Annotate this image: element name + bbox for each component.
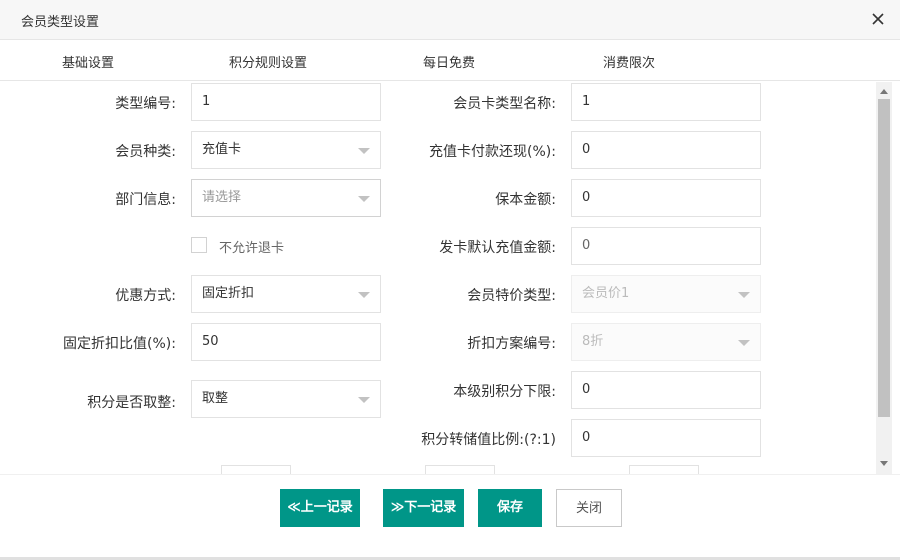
points-conversion-label: 积分转储值比例:(?:1): [421, 432, 556, 448]
default-recharge-input[interactable]: 0: [571, 227, 761, 265]
default-recharge-label: 发卡默认充值金额:: [439, 240, 556, 256]
partial-input-2[interactable]: [425, 465, 495, 474]
points-rounding-select[interactable]: 取整: [191, 380, 381, 418]
points-rounding-value: 取整: [202, 391, 229, 406]
card-type-name-label: 会员卡类型名称:: [453, 96, 556, 112]
special-price-type-select: 会员价1: [571, 275, 761, 313]
partial-input-3[interactable]: [629, 465, 699, 474]
points-lower-limit-value: 0: [582, 382, 591, 397]
dialog-titlebar: 会员类型设置: [0, 0, 900, 40]
special-price-type-value: 会员价1: [582, 286, 630, 301]
discount-mode-value: 固定折扣: [202, 286, 255, 301]
type-no-label: 类型编号:: [115, 96, 176, 112]
chevron-down-icon: [358, 148, 370, 154]
tab-daily-free[interactable]: 每日免费: [423, 52, 475, 71]
points-conversion-value: 0: [582, 430, 591, 445]
tab-bar: 基础设置 积分规则设置 每日免费 消费限次: [0, 40, 900, 81]
fixed-discount-label: 固定折扣比值(%):: [63, 336, 176, 352]
scroll-up-icon[interactable]: [880, 89, 888, 94]
principal-amount-input[interactable]: 0: [571, 179, 761, 217]
discount-plan-no-label: 折扣方案编号:: [467, 336, 556, 352]
fixed-discount-value: 50: [202, 334, 219, 349]
save-button[interactable]: 保存: [478, 489, 542, 527]
no-refund-label: 不允许退卡: [219, 241, 285, 256]
discount-plan-no-select: 8折: [571, 323, 761, 361]
type-no-input[interactable]: 1: [191, 83, 381, 121]
chevron-down-icon: [738, 340, 750, 346]
chevron-down-icon: [358, 397, 370, 403]
dialog-title: 会员类型设置: [21, 15, 100, 30]
fixed-discount-input[interactable]: 50: [191, 323, 381, 361]
tab-basic-settings[interactable]: 基础设置: [62, 52, 114, 71]
vertical-scrollbar[interactable]: [876, 82, 892, 474]
member-kind-select[interactable]: 充值卡: [191, 131, 381, 169]
points-lower-limit-input[interactable]: 0: [571, 371, 761, 409]
tab-points-rules[interactable]: 积分规则设置: [229, 52, 307, 71]
member-kind-label: 会员种类:: [115, 144, 176, 160]
checkbox-box[interactable]: [191, 237, 207, 253]
discount-plan-no-value: 8折: [582, 334, 604, 349]
chevron-down-icon: [738, 292, 750, 298]
discount-mode-label: 优惠方式:: [115, 288, 176, 304]
member-kind-value: 充值卡: [202, 142, 242, 157]
scrollbar-thumb[interactable]: [878, 99, 890, 417]
card-type-name-value: 1: [582, 94, 591, 109]
points-conversion-input[interactable]: 0: [571, 419, 761, 457]
principal-amount-label: 保本金额:: [495, 192, 556, 208]
close-button[interactable]: 关闭: [556, 489, 622, 527]
next-record-button[interactable]: ≫下一记录: [383, 489, 464, 527]
special-price-type-label: 会员特价类型:: [467, 288, 556, 304]
points-rounding-label: 积分是否取整:: [87, 395, 176, 411]
recharge-cashback-value: 0: [582, 142, 591, 157]
default-recharge-value: 0: [582, 238, 591, 253]
principal-amount-value: 0: [582, 190, 591, 205]
chevron-down-icon: [358, 196, 370, 202]
prev-record-button[interactable]: ≪上一记录: [280, 489, 360, 527]
tab-consumption-limit[interactable]: 消费限次: [603, 52, 655, 71]
close-icon[interactable]: [870, 11, 886, 27]
scroll-down-icon[interactable]: [880, 461, 888, 466]
footer-divider: [0, 474, 900, 475]
discount-mode-select[interactable]: 固定折扣: [191, 275, 381, 313]
partial-input-1[interactable]: [221, 465, 291, 474]
department-label: 部门信息:: [115, 192, 176, 208]
points-lower-limit-label: 本级别积分下限:: [453, 384, 556, 400]
card-type-name-input[interactable]: 1: [571, 83, 761, 121]
recharge-cashback-label: 充值卡付款还现(%):: [429, 144, 556, 160]
chevron-down-icon: [358, 292, 370, 298]
department-placeholder: 请选择: [202, 190, 242, 205]
type-no-value: 1: [202, 94, 211, 109]
department-select[interactable]: 请选择: [191, 179, 381, 217]
form-scroll-area: 类型编号: 1 会员卡类型名称: 1 会员种类: 充值卡 充值卡付款还现(%):…: [0, 82, 876, 474]
recharge-cashback-input[interactable]: 0: [571, 131, 761, 169]
